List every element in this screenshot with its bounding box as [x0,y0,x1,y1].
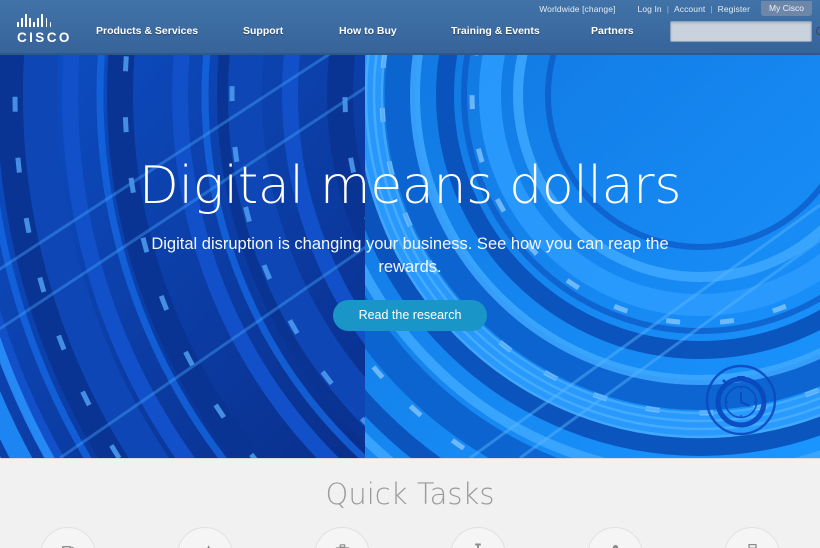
quick-tasks-row [0,527,820,548]
main-nav: Products & Services Support How to Buy T… [96,25,656,45]
hero-title: Digital means dollars [138,156,682,216]
nav-item-training-events[interactable]: Training & Events [451,25,540,37]
quick-tasks-section: Quick Tasks [0,458,820,548]
worldwide-link[interactable]: Worldwide [change] [535,4,619,14]
nav-item-products-services[interactable]: Products & Services [96,25,198,37]
hero-subtitle: Digital disruption is changing your busi… [151,235,669,277]
briefcase-icon [334,543,350,548]
nav-item-support[interactable]: Support [243,25,283,37]
cisco-homepage: Worldwide [change] Log In | Account | Re… [0,0,820,548]
search-icon [815,26,820,35]
search-input[interactable] [671,22,815,41]
site-header: Worldwide [change] Log In | Account | Re… [0,0,820,55]
quick-task-license-key[interactable] [450,527,506,548]
quick-task-briefcase[interactable] [314,527,370,548]
hero-banner: Digital means dollars Digital disruption… [0,55,820,458]
quick-task-order-print[interactable] [724,527,780,548]
license-key-icon [470,543,486,548]
read-the-research-button[interactable]: Read the research [332,299,488,332]
cisco-wordmark: CISCO [17,30,72,45]
monitor-document-icon [60,543,76,548]
quick-task-monitor-document[interactable] [40,527,96,548]
quick-task-upgrade[interactable] [177,527,233,548]
quick-tasks-title: Quick Tasks [325,477,495,511]
quick-task-user-account[interactable] [587,527,643,548]
nav-item-partners[interactable]: Partners [591,25,634,37]
search-button[interactable] [815,22,820,41]
register-link[interactable]: Register [714,4,754,14]
order-print-icon [744,543,760,548]
account-link[interactable]: Account [670,4,709,14]
cisco-logo[interactable]: CISCO [17,14,79,45]
utility-nav: Worldwide [change] Log In | Account | Re… [535,0,812,17]
upgrade-arrow-star-icon [197,543,213,548]
cisco-bridge-logo-icon [17,14,79,27]
my-cisco-button[interactable]: My Cisco [761,0,812,17]
hero-content: Digital means dollars Digital disruption… [0,55,820,458]
search-box[interactable] [670,21,820,42]
login-link[interactable]: Log In [634,4,666,14]
user-account-icon [607,543,623,548]
nav-item-how-to-buy[interactable]: How to Buy [339,25,397,37]
